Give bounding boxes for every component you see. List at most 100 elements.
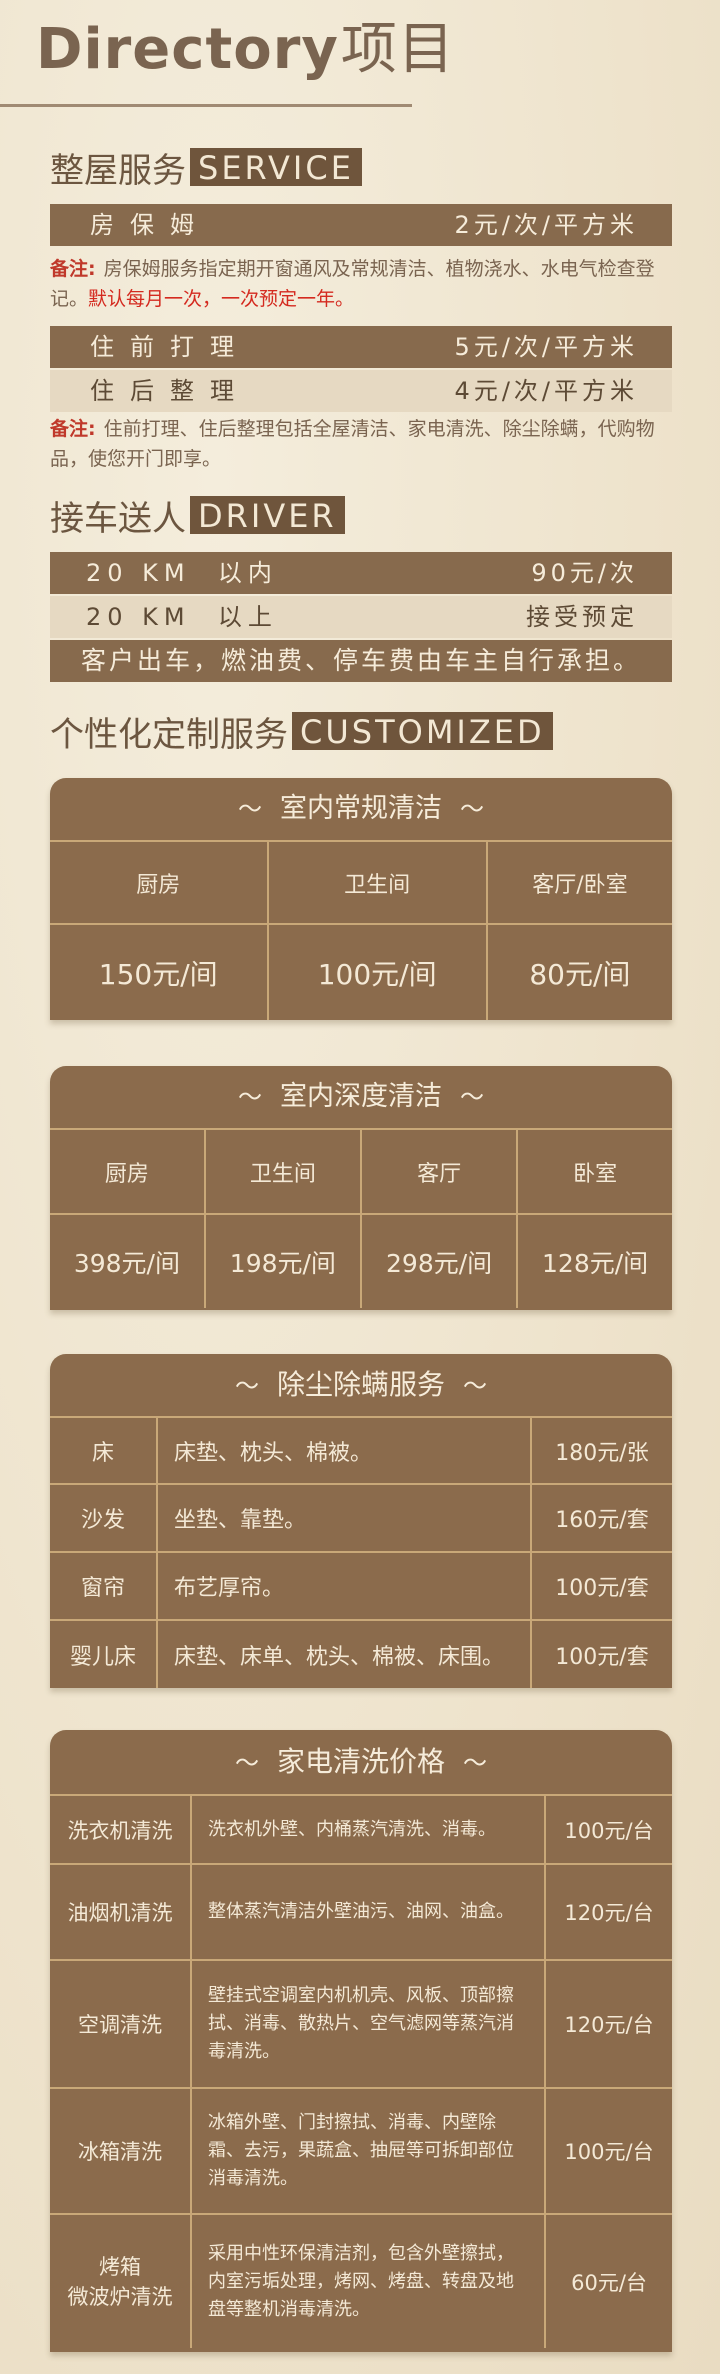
post-move-label: 住后整理	[90, 377, 250, 405]
tilde-icon: ～	[460, 795, 484, 823]
customized-tag: CUSTOMIZED	[292, 712, 553, 751]
nanny-row: 房保姆 2元/次/平方米	[50, 204, 672, 246]
mite-removal-table: 床 床垫、枕头、棉被。 180元/张 沙发 坐垫、靠垫。 160元/套 窗帘 布…	[50, 1418, 672, 1688]
driver-fee-row: 客户出车，燃油费、停车费由车主自行承担。	[50, 640, 672, 682]
note-label: 备注:	[50, 258, 96, 280]
tilde-icon: ～	[463, 1749, 487, 1777]
table-cell: 120元/台	[544, 1863, 672, 1961]
regular-cleaning-title: 室内常规清洁	[280, 793, 442, 824]
table-cell: 60元/台	[544, 2213, 672, 2348]
service-section-title: 整屋服务 SERVICE	[50, 148, 362, 193]
table-cell: 120元/台	[544, 1959, 672, 2089]
table-cell: 客厅/卧室	[485, 842, 672, 925]
table-cell: 128元/间	[516, 1213, 672, 1308]
driver-title-text: 接车送人	[50, 499, 186, 539]
table-cell: 100元/套	[530, 1551, 672, 1621]
table-cell: 298元/间	[359, 1213, 519, 1308]
page-title: Directory项目	[36, 22, 455, 78]
table-cell: 洗衣机清洗	[50, 1796, 192, 1865]
title-en: Directory	[36, 17, 339, 82]
table-cell: 160元/套	[530, 1483, 672, 1553]
tilde-icon: ～	[460, 1083, 484, 1111]
table-cell: 壁挂式空调室内机机壳、风板、顶部擦拭、消毒、散热片、空气滤网等蒸汽消毒清洗。	[190, 1959, 546, 2089]
table-cell: 洗衣机外壁、内桶蒸汽清洗、消毒。	[190, 1796, 546, 1865]
table-cell: 卫生间	[203, 1130, 362, 1215]
table-cell: 整体蒸汽清洁外壁油污、油网、油盒。	[190, 1863, 546, 1961]
post-move-price: 4元/次/平方米	[454, 377, 638, 405]
deep-cleaning-card: ～ 室内深度清洁 ～ 厨房 卫生间 客厅 卧室 398元/间 198元/间 298元…	[50, 1066, 672, 1310]
table-cell: 油烟机清洗	[50, 1863, 192, 1961]
table-cell: 烤箱 微波炉清洗	[50, 2213, 192, 2348]
tilde-icon: ～	[238, 795, 262, 823]
customized-title-text: 个性化定制服务	[50, 715, 288, 755]
table-cell: 床垫、枕头、棉被。	[156, 1418, 532, 1485]
driver-within-label: 20 KM 以内	[86, 559, 278, 587]
table-cell: 婴儿床	[50, 1619, 158, 1688]
pre-move-row: 住前打理 5元/次/平方米	[50, 326, 672, 368]
driver-section-title: 接车送人 DRIVER	[50, 496, 345, 541]
appliance-cleaning-title: 家电清洗价格	[276, 1745, 445, 1778]
mite-removal-title: 除尘除螨服务	[276, 1368, 445, 1401]
table-cell: 床	[50, 1418, 158, 1485]
nanny-note: 备注: 房保姆服务指定期开窗通风及常规清洁、植物浇水、水电气检查登记。默认每月一次…	[50, 254, 672, 314]
note-label: 备注:	[50, 418, 96, 440]
deep-cleaning-table: 厨房 卫生间 客厅 卧室 398元/间 198元/间 298元/间 128元/间	[50, 1130, 672, 1308]
driver-fee-text: 客户出车，燃油费、停车费由车主自行承担。	[80, 646, 641, 675]
table-cell: 150元/间	[50, 923, 269, 1020]
customized-section-title: 个性化定制服务 CUSTOMIZED	[50, 712, 553, 757]
table-cell: 冰箱外壁、门封擦拭、消毒、内壁除霜、去污，果蔬盒、抽屉等可拆卸部位消毒清洗。	[190, 2087, 546, 2215]
title-cn: 项目	[340, 17, 455, 82]
table-cell: 100元/套	[530, 1619, 672, 1688]
note-red-text: 默认每月一次，一次预定一年。	[88, 288, 355, 310]
table-cell: 198元/间	[203, 1213, 362, 1308]
tilde-icon: ～	[234, 1372, 259, 1400]
nanny-label: 房保姆	[90, 211, 210, 239]
appliance-cleaning-header: ～ 家电清洗价格 ～	[50, 1730, 672, 1794]
driver-beyond-label: 20 KM 以上	[86, 603, 278, 631]
service-title-text: 整屋服务	[50, 151, 186, 191]
appliance-cleaning-table: 洗衣机清洗 洗衣机外壁、内桶蒸汽清洗、消毒。 100元/台 油烟机清洗 整体蒸汽…	[50, 1796, 672, 2348]
table-cell: 空调清洗	[50, 1959, 192, 2089]
table-cell: 卫生间	[266, 842, 488, 925]
driver-row-beyond: 20 KM 以上 接受预定	[50, 596, 672, 638]
title-underline	[0, 104, 412, 107]
tilde-icon: ～	[238, 1083, 262, 1111]
regular-cleaning-card: ～ 室内常规清洁 ～ 厨房 卫生间 客厅/卧室 150元/间 100元/间 80元/…	[50, 778, 672, 1020]
mite-removal-header: ～ 除尘除螨服务 ～	[50, 1354, 672, 1416]
deep-cleaning-header: ～ 室内深度清洁 ～	[50, 1066, 672, 1128]
note-text: 住前打理、住后整理包括全屋清洁、家电清洗、除尘除螨，代购物品，使您开门即享。	[50, 418, 655, 470]
regular-cleaning-header: ～ 室内常规清洁 ～	[50, 778, 672, 840]
tilde-icon: ～	[234, 1749, 259, 1777]
nanny-price: 2元/次/平方米	[454, 211, 638, 239]
pre-move-label: 住前打理	[90, 333, 250, 361]
table-cell: 厨房	[50, 1130, 206, 1215]
table-cell: 80元/间	[485, 923, 672, 1020]
table-cell: 100元/台	[544, 1796, 672, 1865]
pre-move-price: 5元/次/平方米	[454, 333, 638, 361]
table-cell: 厨房	[50, 842, 269, 925]
deep-cleaning-title: 室内深度清洁	[280, 1081, 442, 1112]
appliance-cleaning-card: ～ 家电清洗价格 ～ 洗衣机清洗 洗衣机外壁、内桶蒸汽清洗、消毒。 100元/台 油…	[50, 1730, 672, 2352]
table-cell: 床垫、床单、枕头、棉被、床围。	[156, 1619, 532, 1688]
table-cell: 100元/台	[544, 2087, 672, 2215]
table-cell: 沙发	[50, 1483, 158, 1553]
table-cell: 坐垫、靠垫。	[156, 1483, 532, 1553]
driver-row-within: 20 KM 以内 90元/次	[50, 552, 672, 594]
driver-beyond-price: 接受预定	[526, 603, 638, 631]
move-note: 备注: 住前打理、住后整理包括全屋清洁、家电清洗、除尘除螨，代购物品，使您开门即享…	[50, 414, 672, 474]
table-cell: 卧室	[516, 1130, 672, 1215]
table-cell: 100元/间	[266, 923, 488, 1020]
table-cell: 窗帘	[50, 1551, 158, 1621]
driver-tag: DRIVER	[190, 496, 345, 535]
tilde-icon: ～	[463, 1372, 487, 1400]
post-move-row: 住后整理 4元/次/平方米	[50, 370, 672, 412]
table-cell: 客厅	[359, 1130, 519, 1215]
service-tag: SERVICE	[190, 148, 362, 187]
table-cell: 冰箱清洗	[50, 2087, 192, 2215]
table-cell: 180元/张	[530, 1418, 672, 1485]
driver-within-price: 90元/次	[531, 559, 638, 587]
table-cell: 布艺厚帘。	[156, 1551, 532, 1621]
table-cell: 398元/间	[50, 1213, 206, 1308]
mite-removal-card: ～ 除尘除螨服务 ～ 床 床垫、枕头、棉被。 180元/张 沙发 坐垫、靠垫。 16…	[50, 1354, 672, 1688]
regular-cleaning-table: 厨房 卫生间 客厅/卧室 150元/间 100元/间 80元/间	[50, 842, 672, 1020]
